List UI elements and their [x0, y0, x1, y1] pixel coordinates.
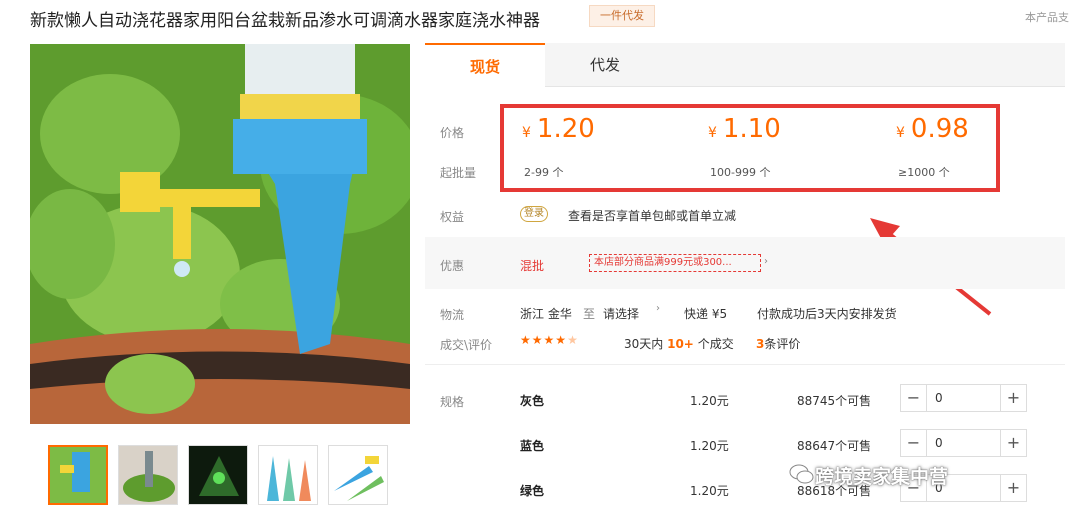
moq-label: 起批量	[440, 166, 477, 180]
right-note: 本产品支	[1025, 11, 1069, 24]
spec-row-stock: 88647个可售	[797, 439, 872, 453]
dropdown-arrow-icon[interactable]: ›	[656, 303, 660, 314]
spec-row-price: 1.20元	[690, 484, 729, 498]
thumbnail-3[interactable]	[188, 445, 248, 505]
star-icon: ★	[567, 333, 579, 347]
product-title: 新款懒人自动浇花器家用阳台盆栽新品渗水可调滴水器家庭浇水神器	[30, 11, 540, 31]
thumbnail-1[interactable]	[48, 445, 108, 505]
review-summary[interactable]: 3条评价	[756, 335, 800, 352]
star-icon: ★	[543, 333, 556, 347]
plus-icon[interactable]: +	[1000, 385, 1026, 411]
star-icon: ★	[555, 333, 568, 347]
shipping-note: 付款成功后3天内安排发货	[757, 307, 897, 321]
quantity-value[interactable]: 0	[935, 430, 943, 456]
spec-label: 规格	[440, 395, 465, 409]
highlight-box	[500, 104, 1000, 192]
tab-in-stock[interactable]: 现货	[425, 43, 545, 87]
spec-row-price: 1.20元	[690, 439, 729, 453]
quantity-stepper[interactable]: − 0 +	[900, 429, 1027, 457]
quantity-stepper[interactable]: − 0 +	[900, 384, 1027, 412]
deals-prefix: 30天内	[624, 337, 664, 351]
plus-icon[interactable]: +	[1000, 475, 1026, 501]
destination-select[interactable]: 请选择	[603, 305, 639, 322]
spec-row-price: 1.20元	[690, 394, 729, 408]
spec-row-name: 蓝色	[520, 439, 545, 453]
rating-stars: ★★★★★	[520, 333, 579, 347]
review-suffix: 条评价	[764, 337, 801, 351]
origin: 浙江 金华	[520, 307, 572, 321]
minus-icon[interactable]: −	[901, 385, 927, 411]
reviews-label: 成交\评价	[440, 338, 493, 352]
chat-bubble-icon	[789, 464, 814, 484]
spec-row-stock: 88745个可售	[797, 394, 872, 408]
express-fee: 快递 ¥5	[684, 307, 728, 321]
star-icon: ★	[531, 333, 544, 347]
spec-row-name: 绿色	[520, 484, 545, 498]
thumbnail-4[interactable]	[258, 445, 318, 505]
quantity-value[interactable]: 0	[935, 385, 943, 411]
promo-type: 混批	[520, 259, 545, 273]
spec-row-name: 灰色	[520, 394, 545, 408]
benefit-label: 权益	[440, 210, 465, 224]
divider	[425, 364, 1065, 365]
thumbnail-5[interactable]	[328, 445, 388, 505]
to-label: 至	[583, 307, 596, 321]
deals-suffix: 个成交	[697, 337, 734, 351]
minus-icon[interactable]: −	[901, 430, 927, 456]
product-main-image[interactable]	[30, 44, 410, 424]
deals-count: 10+	[667, 337, 694, 351]
promo-tag[interactable]: 本店部分商品满999元或300...	[589, 254, 761, 272]
dropdown-arrow-icon[interactable]: ›	[764, 256, 768, 267]
deals-summary: 30天内 10+ 个成交	[624, 335, 734, 352]
plus-icon[interactable]: +	[1000, 430, 1026, 456]
logistics-label: 物流	[440, 308, 465, 322]
dropship-badge[interactable]: 一件代发	[589, 5, 655, 27]
promo-label: 优惠	[440, 259, 465, 273]
watermark: 跨境卖家集中营	[815, 466, 949, 488]
tab-dropship[interactable]: 代发	[545, 43, 665, 87]
star-icon: ★	[520, 333, 532, 347]
price-label: 价格	[440, 126, 465, 140]
thumbnail-2[interactable]	[118, 445, 178, 505]
benefit-text[interactable]: 查看是否享首单包邮或首单立减	[568, 207, 736, 224]
login-icon[interactable]: 登录	[520, 206, 548, 222]
